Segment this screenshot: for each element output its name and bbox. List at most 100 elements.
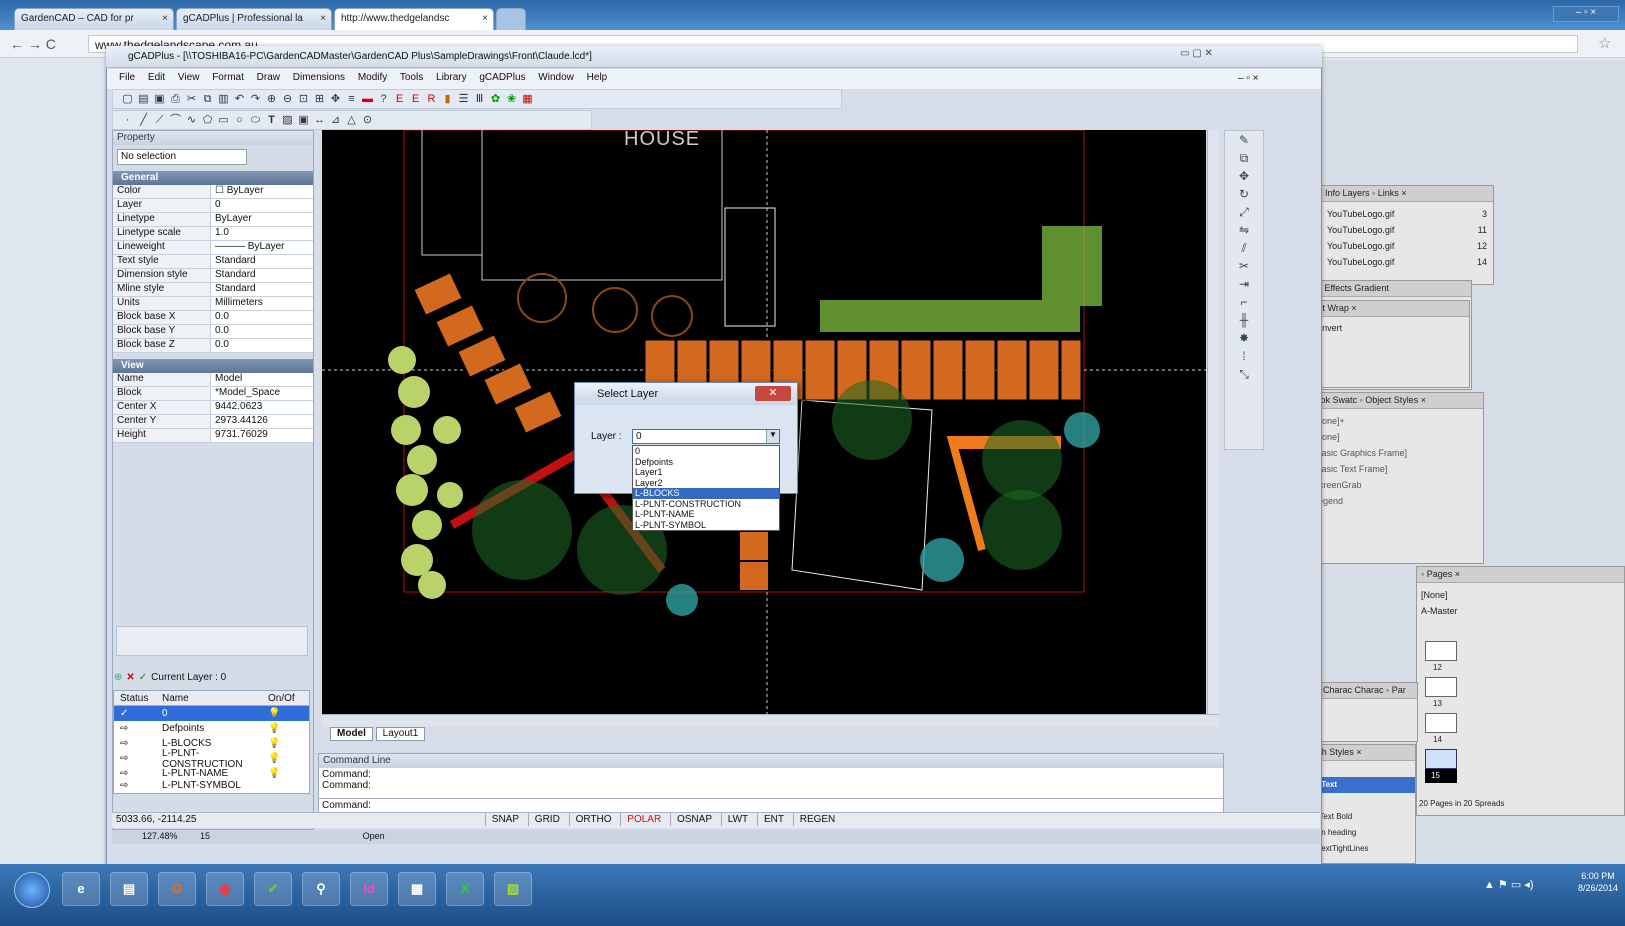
layer-dropdown[interactable]: 0	[632, 429, 780, 444]
redo-icon[interactable]: ↷	[249, 93, 262, 106]
fillet-icon[interactable]: ⌐	[1236, 295, 1252, 311]
layer-row[interactable]: ⇨ L-PLNT-CONSTRUCTION 💡	[114, 748, 309, 770]
mdi-controls[interactable]: – ▫ ×	[1238, 73, 1259, 84]
menu-modify[interactable]: Modify	[358, 72, 387, 83]
dropdown-option[interactable]: 0	[633, 446, 779, 457]
property-row[interactable]: Text style Standard	[113, 255, 313, 269]
property-row[interactable]: Block base Y 0.0	[113, 325, 313, 339]
polar-button[interactable]: POLAR	[620, 813, 667, 826]
vertical-scrollbar[interactable]	[1207, 130, 1219, 714]
layer-row[interactable]: ⇨ L-PLNT-NAME 💡	[114, 766, 309, 781]
text-red-icon-2[interactable]: E	[409, 93, 422, 106]
start-button[interactable]	[14, 872, 50, 908]
open-label[interactable]: Open	[363, 831, 385, 841]
object-style-item[interactable]: Legend	[1313, 493, 1475, 509]
columns-icon[interactable]: Ⅲ	[473, 93, 486, 106]
block-icon[interactable]: ▣	[297, 114, 310, 127]
general-section-header[interactable]: General	[113, 171, 313, 185]
object-style-item[interactable]: [Basic Text Frame]	[1313, 461, 1475, 477]
new-tab-button[interactable]	[496, 8, 526, 30]
lwt-button[interactable]: LWT	[720, 813, 754, 826]
chevron-down-icon[interactable]: ▼	[766, 430, 779, 443]
excel-icon[interactable]: X	[446, 872, 484, 906]
horizontal-scrollbar[interactable]	[322, 714, 1219, 727]
hatch-icon[interactable]: ▨	[281, 114, 294, 127]
cut-icon[interactable]: ✂	[185, 93, 198, 106]
gcad-icon[interactable]: ✔	[254, 872, 292, 906]
view-section-header[interactable]: View	[113, 359, 313, 373]
paste-icon[interactable]: ▥	[217, 93, 230, 106]
window-controls[interactable]: – ▫ ×	[1553, 6, 1619, 22]
trim-icon[interactable]: ✂	[1236, 259, 1252, 275]
pages-none[interactable]: [None]	[1421, 587, 1620, 603]
menu-draw[interactable]: Draw	[257, 72, 280, 83]
menu-file[interactable]: File	[119, 72, 135, 83]
object-style-item[interactable]: [None]+	[1313, 413, 1475, 429]
dropdown-option-selected[interactable]: L-BLOCKS	[633, 488, 779, 499]
layer-row[interactable]: ⇨ L-PLNT-SYMBOL	[114, 781, 309, 789]
menu-view[interactable]: View	[178, 72, 200, 83]
property-row[interactable]: Linetype ByLayer	[113, 213, 313, 227]
dropdown-option[interactable]: Layer1	[633, 467, 779, 478]
rectangle-icon[interactable]: ▭	[217, 114, 230, 127]
zoom-window-icon[interactable]: ⊡	[297, 93, 310, 106]
object-style-item[interactable]: ScreenGrab	[1313, 477, 1475, 493]
explode-icon[interactable]: ✸	[1236, 331, 1252, 347]
dropdown-option[interactable]: Defpoints	[633, 457, 779, 468]
text-wrap-tab[interactable]: ◦ Text Wrap ×	[1299, 301, 1469, 317]
new-layer-icon[interactable]: ⊕	[114, 672, 122, 683]
menu-format[interactable]: Format	[212, 72, 244, 83]
bulb-icon[interactable]: 💡	[268, 723, 298, 734]
dropdown-option[interactable]: L-PLNT-CONSTRUCTION	[633, 499, 779, 510]
property-row[interactable]: Mline style Standard	[113, 283, 313, 297]
property-row[interactable]: Color ☐ ByLayer	[113, 185, 313, 199]
maps-icon[interactable]: ▨	[494, 872, 532, 906]
grid-button[interactable]: GRID	[527, 813, 566, 826]
pan-icon[interactable]: ✥	[329, 93, 342, 106]
browser-tab-gardencad[interactable]: GardenCAD – CAD for pr ×	[14, 8, 174, 30]
triangle-icon[interactable]: △	[345, 114, 358, 127]
extend-icon[interactable]: ⇥	[1236, 277, 1252, 293]
menu-gcadplus[interactable]: gCADPlus	[479, 72, 525, 83]
text-red-icon[interactable]: E	[393, 93, 406, 106]
zoom-out-icon[interactable]: ⊖	[281, 93, 294, 106]
menu-edit[interactable]: Edit	[148, 72, 165, 83]
layer-row[interactable]: ⇨ Defpoints 💡	[114, 721, 309, 736]
property-row[interactable]: Lineweight ——— ByLayer	[113, 241, 313, 255]
object-style-item[interactable]: [Basic Graphics Frame]	[1313, 445, 1475, 461]
stretch-icon[interactable]: ⤡	[1236, 367, 1252, 383]
target-icon[interactable]: ⊙	[361, 114, 374, 127]
character-tabs[interactable]: Charac Charac ◦ Par	[1319, 683, 1417, 699]
close-icon[interactable]: ×	[320, 13, 326, 24]
close-icon[interactable]: ✕	[755, 386, 791, 401]
zoom-in-icon[interactable]: ⊕	[265, 93, 278, 106]
explorer-icon[interactable]: ▤	[110, 872, 148, 906]
copy-icon[interactable]: ⧉	[1236, 151, 1252, 167]
erase-icon[interactable]: ✎	[1236, 133, 1252, 149]
save-icon[interactable]: ▣	[153, 93, 166, 106]
bulb-icon[interactable]: 💡	[268, 738, 298, 749]
tree-icon[interactable]: ❀	[505, 93, 518, 106]
clock[interactable]: 6:00 PM 8/26/2014	[1578, 870, 1618, 894]
menu-tools[interactable]: Tools	[400, 72, 423, 83]
property-row[interactable]: Dimension style Standard	[113, 269, 313, 283]
property-row[interactable]: Center X 9442.0623	[113, 401, 313, 415]
col-name[interactable]: Name	[162, 693, 268, 704]
zoom-extents-icon[interactable]: ⊞	[313, 93, 326, 106]
undo-icon[interactable]: ↶	[233, 93, 246, 106]
ent-button[interactable]: ENT	[756, 813, 790, 826]
spline-icon[interactable]: ∿	[185, 114, 198, 127]
property-row[interactable]: Units Millimeters	[113, 297, 313, 311]
arc-icon[interactable]: ⌒	[169, 114, 182, 127]
layer-row-selected[interactable]: ✓ 0 💡	[114, 706, 309, 721]
print-icon[interactable]: ⎙	[169, 93, 182, 106]
ie-icon[interactable]: e	[62, 872, 100, 906]
property-row[interactable]: Block base X 0.0	[113, 311, 313, 325]
list-icon[interactable]: ☰	[457, 93, 470, 106]
set-current-icon[interactable]: ✓	[139, 672, 147, 683]
search-icon[interactable]: ⚲	[302, 872, 340, 906]
window-buttons[interactable]: ▭ ▢ ✕	[1180, 48, 1213, 59]
browser-tab-active[interactable]: http://www.thedgelandsc ×	[334, 8, 494, 30]
bulb-icon[interactable]: 💡	[268, 768, 298, 779]
property-row[interactable]: Center Y 2973.44126	[113, 415, 313, 429]
